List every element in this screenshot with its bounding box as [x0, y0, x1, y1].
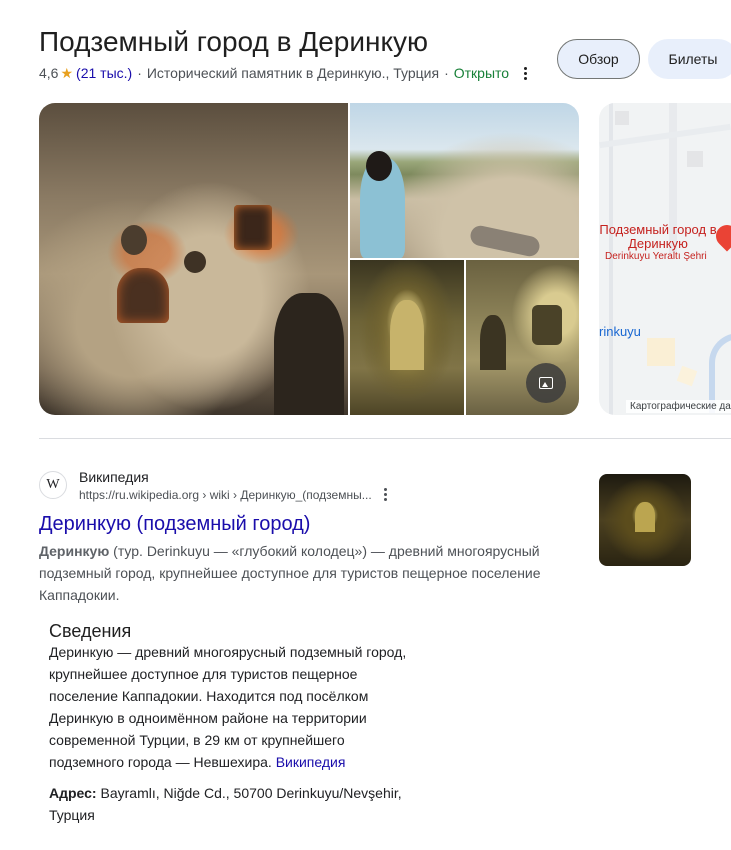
wikipedia-link[interactable]: Википедия: [276, 754, 346, 770]
star-icon: ★: [60, 65, 74, 81]
source-url[interactable]: https://ru.wikipedia.org › wiki › Деринк…: [79, 487, 372, 503]
result-more-icon[interactable]: [384, 488, 387, 501]
info-heading: Сведения: [49, 621, 132, 641]
photo-bottom-left[interactable]: [350, 260, 464, 415]
overview-button[interactable]: Обзор: [557, 39, 640, 79]
more-options-icon[interactable]: [519, 66, 531, 80]
place-category: Исторический памятник в Деринкую., Турци…: [146, 65, 440, 81]
result-title-link[interactable]: Деринкую (подземный город): [39, 511, 310, 537]
address: Адрес: Bayramlı, Niğde Cd., 50700 Derink…: [49, 785, 402, 823]
tickets-button[interactable]: Билеты: [648, 39, 731, 79]
image-gallery-icon[interactable]: [526, 363, 566, 403]
map-pin-sublabel: Derinkuyu Yeraltı Şehri: [605, 251, 707, 262]
reviews-link[interactable]: (21 тыс.): [76, 64, 132, 82]
result-thumbnail[interactable]: [599, 474, 691, 566]
map-town-label: rinkuyu: [599, 324, 641, 339]
photo-main[interactable]: [39, 103, 348, 415]
open-status: Открыто: [453, 65, 510, 81]
photo-top-right[interactable]: [350, 103, 579, 258]
photo-gallery[interactable]: [39, 103, 579, 415]
wikipedia-favicon-icon: W: [39, 471, 67, 499]
place-meta: 4,6 ★ (21 тыс.) · Исторический памятник …: [39, 64, 531, 82]
map-pin-label: Подземный город в Деринкую: [599, 222, 717, 251]
map-preview[interactable]: Подземный город в Деринкую Derinkuyu Yer…: [599, 103, 731, 415]
divider: [39, 438, 731, 439]
info-description: Деринкую — древний многоярусный подземны…: [49, 644, 407, 770]
map-attribution: Картографические да: [626, 400, 731, 413]
place-title: Подземный город в Деринкую: [39, 26, 429, 57]
source-name[interactable]: Википедия: [79, 468, 149, 486]
rating-value: 4,6: [39, 65, 59, 81]
result-snippet: Деринкую (тур. Derinkuyu — «глубокий кол…: [39, 543, 541, 603]
